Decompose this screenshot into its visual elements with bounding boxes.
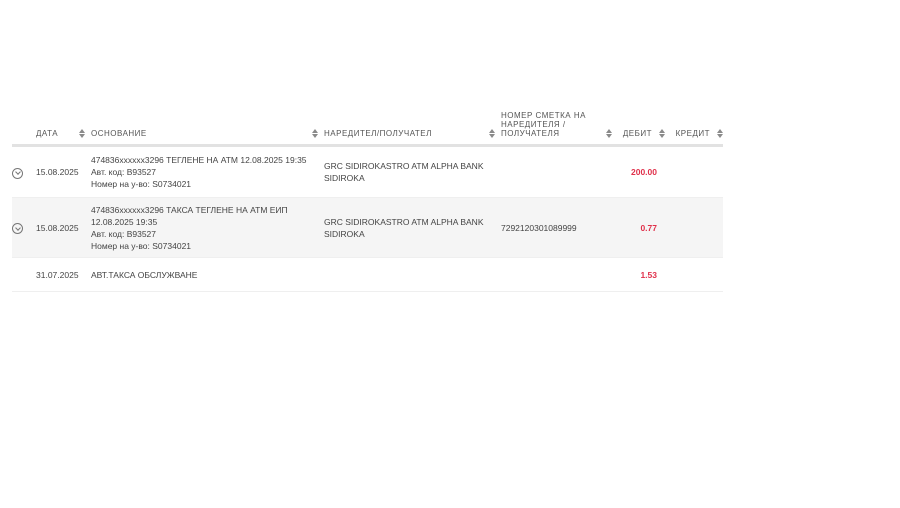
table-row[interactable]: 15.08.2025 474836xxxxxx3296 ТЕГЛЕНЕ НА А… <box>12 145 723 198</box>
sort-icon[interactable] <box>717 129 723 138</box>
row-party: GRC SIDIROKASTRO ATM ALPHA BANK SIDIROKA <box>324 145 501 198</box>
row-account <box>501 257 618 292</box>
row-basis-line: Номер на у-во: S0734021 <box>91 240 192 251</box>
row-date: 15.08.2025 <box>36 197 91 258</box>
header-date[interactable]: ДАТА <box>36 100 91 147</box>
row-basis-line: 474836xxxxxx3296 ТЕГЛЕНЕ НА АТМ 12.08.20… <box>91 155 307 165</box>
row-account: 7292120301089999 <box>501 197 618 258</box>
header-credit-label: КРЕДИТ <box>675 129 710 138</box>
chevron-down-icon[interactable] <box>12 223 23 235</box>
row-party-line: SIDIROKA <box>324 228 365 239</box>
row-basis: 474836xxxxxx3296 ТЕГЛЕНЕ НА АТМ 12.08.20… <box>91 145 324 198</box>
header-debit-label: ДЕБИТ <box>622 129 652 138</box>
header-debit[interactable]: ДЕБИТ <box>618 100 671 147</box>
sort-icon[interactable] <box>79 129 85 138</box>
row-expand <box>12 257 36 292</box>
header-account-line: НАРЕДИТЕЛЯ / <box>501 120 566 129</box>
header-date-label: ДАТА <box>36 129 59 138</box>
header-basis-label: ОСНОВАНИЕ <box>91 129 147 138</box>
row-party-line: GRC SIDIROKASTRO ATM ALPHA BANK <box>324 161 484 171</box>
transactions-table: ДАТА ОСНОВАНИЕ НАРЕДИТЕЛ/ПОЛУЧАТЕЛ НОМЕР… <box>12 100 723 292</box>
row-date: 15.08.2025 <box>36 145 91 198</box>
row-party-line: GRC SIDIROKASTRO ATM ALPHA BANK <box>324 216 484 227</box>
row-party: GRC SIDIROKASTRO ATM ALPHA BANK SIDIROKA <box>324 197 501 258</box>
sort-icon[interactable] <box>489 129 495 138</box>
row-basis-line: Авт. код: B93527 <box>91 228 157 239</box>
row-basis-line: 12.08.2025 19:35 <box>91 216 158 227</box>
header-account[interactable]: НОМЕР СМЕТКА НА НАРЕДИТЕЛЯ / ПОЛУЧАТЕЛЯ <box>501 100 618 147</box>
row-credit <box>671 257 723 292</box>
row-credit <box>671 197 723 258</box>
row-party-line: SIDIROKA <box>324 173 365 183</box>
table-row[interactable]: 31.07.2025 АВТ.ТАКСА ОБСЛУЖВАНЕ 1.53 <box>12 257 723 292</box>
header-account-line: НОМЕР СМЕТКА НА <box>501 111 586 120</box>
header-account-line: ПОЛУЧАТЕЛЯ <box>501 129 560 138</box>
transactions-table-wrapper: ДАТА ОСНОВАНИЕ НАРЕДИТЕЛ/ПОЛУЧАТЕЛ НОМЕР… <box>12 100 723 292</box>
header-credit[interactable]: КРЕДИТ <box>671 100 723 147</box>
row-basis-line: Авт. код: B93527 <box>91 167 157 177</box>
sort-icon[interactable] <box>606 129 612 138</box>
row-credit <box>671 145 723 198</box>
chevron-down-icon[interactable] <box>12 167 23 179</box>
sort-icon[interactable] <box>312 129 318 138</box>
row-basis: 474836xxxxxx3296 ТАКСА ТЕГЛЕНЕ НА АТМ ЕИ… <box>91 197 324 258</box>
row-date: 31.07.2025 <box>36 257 91 292</box>
header-party-label: НАРЕДИТЕЛ/ПОЛУЧАТЕЛ <box>324 129 432 138</box>
row-debit: 200.00 <box>618 145 671 198</box>
header-expand <box>12 100 36 147</box>
header-party[interactable]: НАРЕДИТЕЛ/ПОЛУЧАТЕЛ <box>324 100 501 147</box>
sort-icon[interactable] <box>659 129 665 138</box>
row-expand[interactable] <box>12 197 36 258</box>
table-row[interactable]: 15.08.2025 474836xxxxxx3296 ТАКСА ТЕГЛЕН… <box>12 197 723 258</box>
row-basis-line: АВТ.ТАКСА ОБСЛУЖВАНЕ <box>91 269 198 280</box>
row-basis-line: 474836xxxxxx3296 ТАКСА ТЕГЛЕНЕ НА АТМ ЕИ… <box>91 204 288 215</box>
row-debit: 1.53 <box>618 257 671 292</box>
row-basis: АВТ.ТАКСА ОБСЛУЖВАНЕ <box>91 257 324 292</box>
row-basis-line: Номер на у-во: S0734021 <box>91 179 192 189</box>
header-account-label: НОМЕР СМЕТКА НА НАРЕДИТЕЛЯ / ПОЛУЧАТЕЛЯ <box>501 111 586 138</box>
table-header-row: ДАТА ОСНОВАНИЕ НАРЕДИТЕЛ/ПОЛУЧАТЕЛ НОМЕР… <box>12 100 723 147</box>
row-account <box>501 145 618 198</box>
row-debit: 0.77 <box>618 197 671 258</box>
header-basis[interactable]: ОСНОВАНИЕ <box>91 100 324 147</box>
row-party <box>324 257 501 292</box>
row-expand[interactable] <box>12 145 36 198</box>
